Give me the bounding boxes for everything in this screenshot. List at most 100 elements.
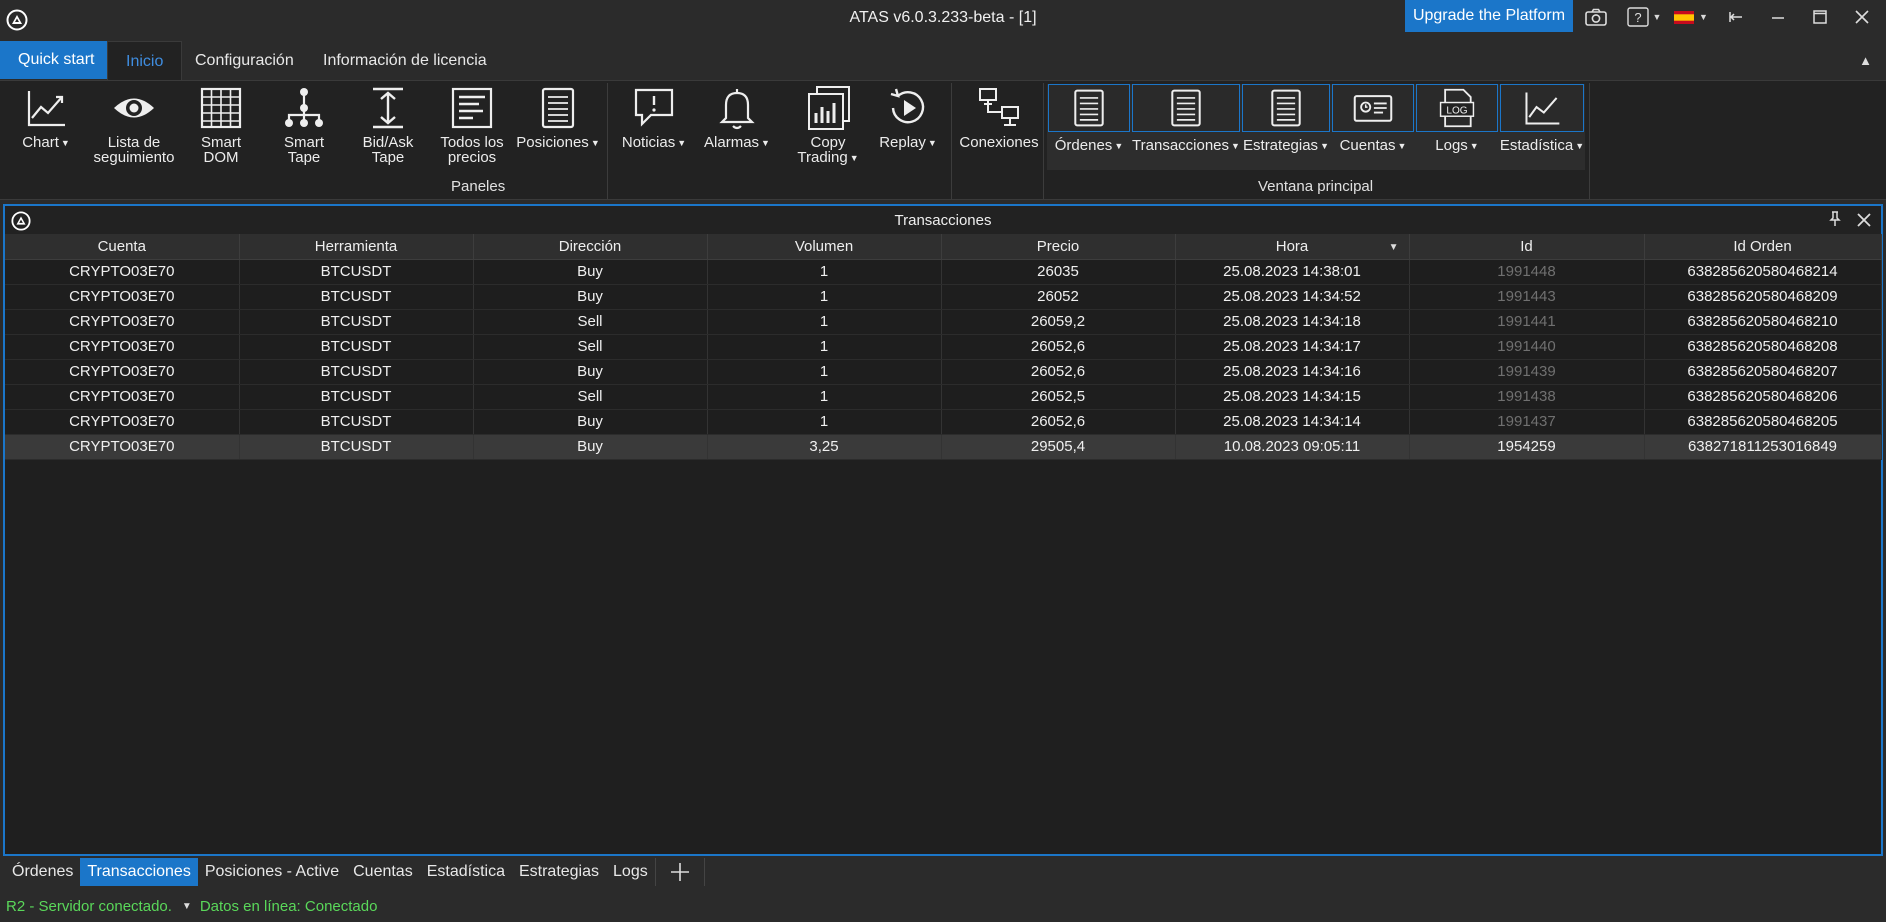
column-header-cuenta[interactable]: Cuenta: [5, 234, 240, 260]
replay-button[interactable]: Replay ▼: [872, 85, 944, 175]
cell-hora: 25.08.2023 14:34:17: [1175, 334, 1410, 360]
cell-id-orden: 638285620580468207: [1644, 359, 1882, 385]
pin-icon[interactable]: [1829, 211, 1841, 230]
help-icon[interactable]: ? ▼: [1624, 6, 1664, 28]
wallet-icon: [1353, 95, 1393, 122]
column-header-id-orden[interactable]: Id Orden: [1644, 234, 1882, 260]
orders-button[interactable]: Órdenes ▼: [1047, 84, 1131, 170]
quick-start-button[interactable]: Quick start: [0, 41, 113, 79]
close-window-icon[interactable]: [1850, 6, 1874, 28]
cell-herramienta: BTCUSDT: [239, 384, 474, 410]
bottom-tab-cuentas[interactable]: Cuentas: [346, 858, 420, 886]
cell-direccion: Buy: [473, 259, 708, 285]
copy-trading-label-2: Trading: [797, 149, 848, 166]
column-header-precio[interactable]: Precio: [941, 234, 1176, 260]
statistics-chart-icon: [1525, 92, 1560, 125]
panel-title: Transacciones: [894, 212, 992, 229]
minimize-icon[interactable]: [1766, 6, 1790, 28]
tab-informacion-licencia[interactable]: Información de licencia: [305, 41, 505, 81]
bottom-tab-ordenes[interactable]: Órdenes: [5, 858, 80, 886]
column-header-direccion[interactable]: Dirección: [473, 234, 708, 260]
main-window-group-label: Ventana principal: [1258, 178, 1374, 195]
table-row[interactable]: CRYPTO03E70 BTCUSDT Sell 1 26052,6 25.08.2023…: [5, 334, 1882, 360]
bid-ask-tape-button[interactable]: Bid/Ask Tape: [356, 85, 420, 175]
column-header-hora[interactable]: Hora ▼: [1175, 234, 1410, 260]
language-flag-icon[interactable]: ▼: [1672, 6, 1710, 28]
cell-direccion: Sell: [473, 309, 708, 335]
all-prices-label-2: precios: [447, 149, 497, 166]
server-dropdown-icon[interactable]: ▼: [182, 901, 192, 912]
vertical-arrows-icon: [373, 87, 403, 129]
cell-id: 1954259: [1409, 434, 1645, 460]
copy-trading-button[interactable]: Copy Trading ▼: [792, 85, 864, 175]
cell-id-orden: 638285620580468214: [1644, 259, 1882, 285]
cell-id-orden: 638285620580468209: [1644, 284, 1882, 310]
transactions-button[interactable]: Transacciones ▼: [1131, 84, 1241, 170]
cell-id: 1991438: [1409, 384, 1645, 410]
cell-cuenta: CRYPTO03E70: [5, 384, 240, 410]
table-row[interactable]: CRYPTO03E70 BTCUSDT Buy 1 26035 25.08.2023 14…: [5, 259, 1882, 285]
news-button[interactable]: Noticias ▼: [617, 85, 691, 175]
statistics-button[interactable]: Estadística ▼: [1499, 84, 1585, 170]
table-row[interactable]: CRYPTO03E70 BTCUSDT Buy 1 26052 25.08.2023 14…: [5, 284, 1882, 310]
all-prices-label-1: Todos los: [440, 134, 504, 151]
tab-configuracion[interactable]: Configuración: [177, 41, 312, 81]
bottom-tab-logs[interactable]: Logs: [606, 858, 655, 886]
accounts-button[interactable]: Cuentas ▼: [1331, 84, 1415, 170]
column-header-volumen[interactable]: Volumen: [707, 234, 942, 260]
cell-herramienta: BTCUSDT: [239, 309, 474, 335]
bottom-tab-transacciones[interactable]: Transacciones: [80, 858, 198, 886]
menu-bar: Quick start Inicio Configuración Informa…: [0, 41, 1886, 81]
strategies-button[interactable]: Estrategias ▼: [1241, 84, 1331, 170]
cell-hora: 25.08.2023 14:34:14: [1175, 409, 1410, 435]
transactions-panel: Transacciones Cuenta Herramienta Direcci…: [3, 204, 1883, 856]
svg-text:?: ?: [1634, 10, 1641, 25]
alarms-button[interactable]: Alarmas ▼: [700, 85, 774, 175]
chart-button[interactable]: Chart ▼: [14, 85, 78, 175]
smart-dom-button[interactable]: Smart DOM: [190, 85, 252, 175]
replay-icon: [890, 88, 925, 124]
close-panel-icon[interactable]: [1857, 209, 1871, 232]
cell-herramienta: BTCUSDT: [239, 259, 474, 285]
cell-hora: 25.08.2023 14:34:15: [1175, 384, 1410, 410]
camera-icon[interactable]: [1584, 6, 1608, 28]
news-label: Noticias: [621, 134, 676, 151]
cell-herramienta: BTCUSDT: [239, 284, 474, 310]
table-row[interactable]: CRYPTO03E70 BTCUSDT Buy 1 26052,6 25.08.2023 …: [5, 409, 1882, 435]
all-prices-button[interactable]: Todos los precios: [432, 85, 512, 175]
cell-id: 1991443: [1409, 284, 1645, 310]
bottom-tab-estrategias[interactable]: Estrategias: [512, 858, 606, 886]
positions-button[interactable]: Posiciones ▼: [516, 85, 600, 175]
tab-inicio[interactable]: Inicio: [107, 41, 183, 81]
watchlist-button[interactable]: Lista de seguimiento: [88, 85, 180, 175]
cell-cuenta: CRYPTO03E70: [5, 434, 240, 460]
logs-button[interactable]: LOG Logs ▼: [1415, 84, 1499, 170]
connections-button[interactable]: Conexiones: [956, 85, 1042, 175]
ribbon-separator: [1043, 83, 1044, 199]
table-row[interactable]: CRYPTO03E70 BTCUSDT Buy 1 26052,6 25.08.2023 …: [5, 359, 1882, 385]
pin-window-icon[interactable]: [1724, 6, 1748, 28]
smart-tape-button[interactable]: Smart Tape: [273, 85, 335, 175]
table-row[interactable]: CRYPTO03E70 BTCUSDT Buy 3,25 29505,4 10.08.20…: [5, 434, 1882, 460]
column-header-id[interactable]: Id: [1409, 234, 1645, 260]
cell-direccion: Buy: [473, 434, 708, 460]
cell-volumen: 1: [707, 309, 942, 335]
table-header-row: Cuenta Herramienta Dirección Volumen Pre…: [5, 234, 1882, 260]
maximize-icon[interactable]: [1808, 6, 1832, 28]
collapse-ribbon-icon[interactable]: ▲: [1859, 53, 1872, 68]
bottom-tab-estadistica[interactable]: Estadística: [420, 858, 512, 886]
upgrade-platform-button[interactable]: Upgrade the Platform: [1405, 0, 1573, 32]
table-row[interactable]: CRYPTO03E70 BTCUSDT Sell 1 26052,5 25.08.2023…: [5, 384, 1882, 410]
cell-volumen: 1: [707, 359, 942, 385]
strategies-list-icon: [1271, 89, 1301, 127]
table-row[interactable]: CRYPTO03E70 BTCUSDT Sell 1 26059,2 25.08.2023…: [5, 309, 1882, 335]
smart-dom-label-2: DOM: [203, 149, 239, 166]
add-tab-button[interactable]: [654, 858, 705, 886]
column-header-herramienta[interactable]: Herramienta: [239, 234, 474, 260]
chart-icon: [27, 91, 65, 127]
bottom-tab-posiciones-active[interactable]: Posiciones - Active: [198, 858, 346, 886]
cell-id: 1991448: [1409, 259, 1645, 285]
ribbon-separator: [951, 83, 952, 199]
cell-hora: 25.08.2023 14:34:52: [1175, 284, 1410, 310]
cell-precio: 29505,4: [941, 434, 1176, 460]
